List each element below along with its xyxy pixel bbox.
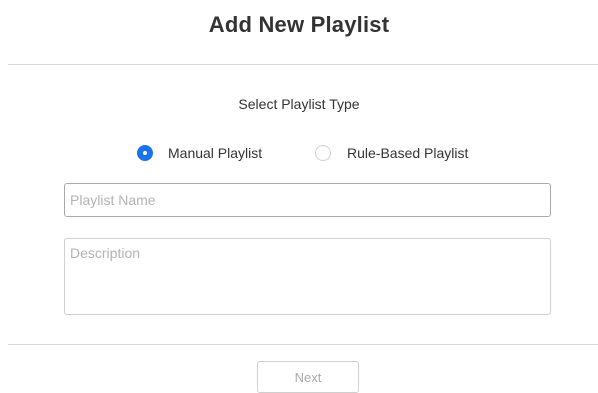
manual-playlist-radio-option[interactable]: Manual Playlist [137,143,262,163]
radio-unchecked-icon[interactable] [315,145,331,161]
footer-divider [8,344,598,345]
description-textarea[interactable] [64,238,551,315]
manual-playlist-label[interactable]: Manual Playlist [168,145,262,161]
dialog-title: Add New Playlist [208,12,390,37]
header-divider [8,64,598,65]
next-button[interactable]: Next [257,361,359,393]
playlist-name-input[interactable] [64,183,551,217]
playlist-type-heading: Select Playlist Type [238,96,360,112]
rule-based-playlist-label[interactable]: Rule-Based Playlist [347,145,468,161]
playlist-type-radio-group: Manual Playlist Rule-Based Playlist [0,143,598,163]
rule-based-playlist-radio-option[interactable]: Rule-Based Playlist [315,143,468,163]
radio-checked-icon[interactable] [137,145,153,161]
